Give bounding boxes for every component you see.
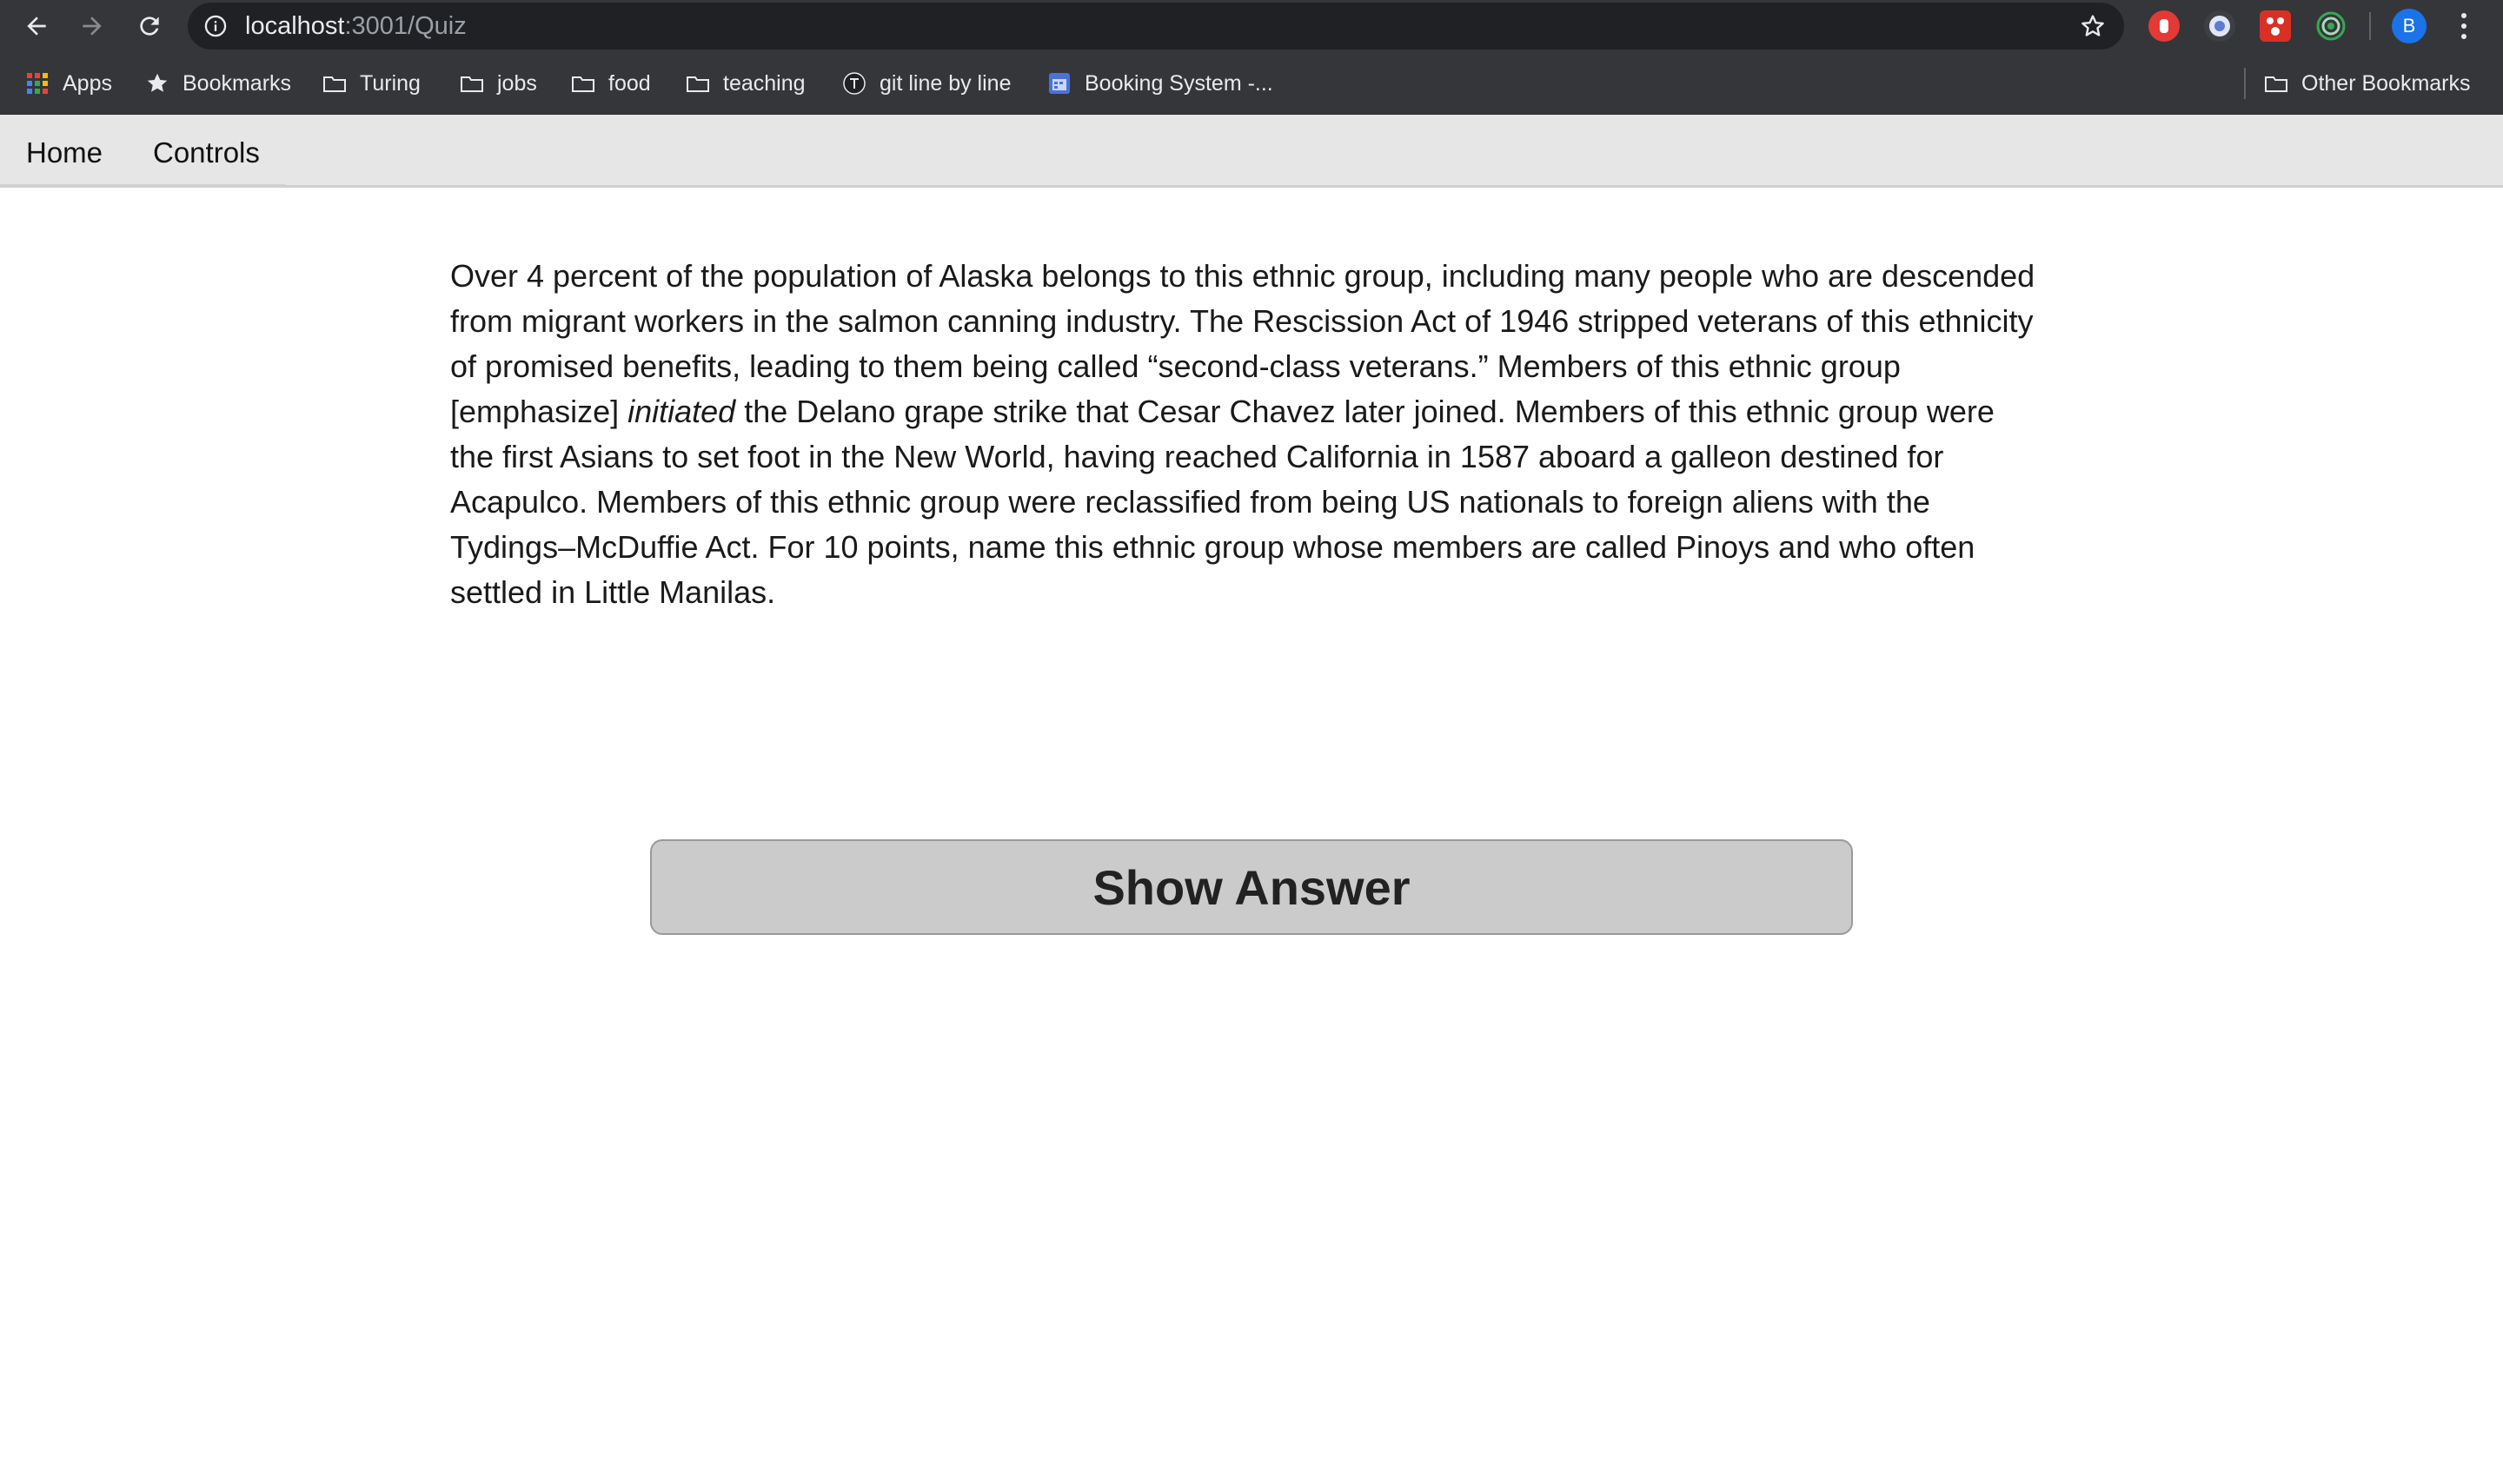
folder-icon <box>687 76 709 92</box>
address-bar[interactable]: localhost:3001/Quiz <box>188 3 2124 50</box>
bookmark-label: jobs <box>497 70 537 96</box>
forward-button[interactable] <box>73 7 111 45</box>
toolbar-separator <box>2369 12 2371 40</box>
bookmark-folder-jobs[interactable]: jobs <box>459 52 537 115</box>
ad-block-extension-icon[interactable] <box>2148 10 2180 42</box>
bookmark-other-bookmarks[interactable]: Other Bookmarks <box>2263 52 2471 115</box>
bookmark-label: Other Bookmarks <box>2301 70 2471 96</box>
bookmark-apps[interactable]: Apps <box>24 52 112 115</box>
nav-link-controls[interactable]: Controls <box>153 115 260 188</box>
back-button[interactable] <box>17 7 56 45</box>
blue-ring-extension-icon[interactable] <box>2204 10 2235 42</box>
arrow-left-icon <box>27 17 46 36</box>
nav-link-home[interactable]: Home <box>26 115 103 188</box>
folder-icon <box>323 76 346 92</box>
green-target-extension-icon[interactable] <box>2315 10 2347 42</box>
info-icon[interactable] <box>203 14 228 38</box>
folder-icon <box>572 76 594 92</box>
star-icon <box>147 73 168 92</box>
bookmark-label: Apps <box>63 70 112 96</box>
bookmark-label: Bookmarks <box>183 70 292 96</box>
folder-icon <box>2265 76 2287 92</box>
show-answer-button[interactable]: Show Answer <box>650 839 1853 935</box>
calendar-favicon-icon <box>1049 73 1070 94</box>
bookmarks-separator <box>2244 68 2246 99</box>
bookmark-label: Booking System -... <box>1085 70 1273 96</box>
bookmark-label: food <box>608 70 651 96</box>
browser-toolbar: localhost:3001/Quiz B <box>0 0 2503 52</box>
bookmark-star-icon[interactable] <box>2079 12 2107 40</box>
bookmark-git-line-by-line[interactable]: git line by line <box>841 52 1011 115</box>
url-text[interactable]: localhost:3001/Quiz <box>245 3 467 50</box>
question-text: Over 4 percent of the population of Alas… <box>450 254 2039 615</box>
nav-underline <box>0 184 285 188</box>
red-grid-extension-icon[interactable] <box>2260 10 2291 42</box>
url-host: localhost <box>245 12 345 40</box>
app-navbar: Home Controls <box>0 115 2503 188</box>
apps-grid-icon <box>27 73 48 94</box>
bookmark-folder-teaching[interactable]: teaching <box>685 52 806 115</box>
reload-button[interactable] <box>130 7 169 45</box>
reload-icon <box>140 17 159 36</box>
site-favicon-icon <box>843 72 866 95</box>
bookmark-folder-turing[interactable]: Turing <box>322 52 421 115</box>
bookmark-folder-food[interactable]: food <box>570 52 651 115</box>
bookmark-label: teaching <box>723 70 806 96</box>
url-path: :3001/Quiz <box>344 12 467 40</box>
bookmark-label: Turing <box>360 70 421 96</box>
bookmark-bookmarks[interactable]: Bookmarks <box>144 52 291 115</box>
question-emphasis: initiated <box>627 394 736 429</box>
bookmark-booking-system[interactable]: Booking System -... <box>1046 52 1273 115</box>
bookmarks-bar: Apps Bookmarks Turing jobs food teaching… <box>0 52 2503 115</box>
browser-menu-icon[interactable] <box>2451 9 2477 43</box>
bookmark-label: git line by line <box>880 70 1012 96</box>
arrow-right-icon <box>83 17 102 36</box>
profile-avatar[interactable]: B <box>2392 9 2427 43</box>
folder-icon <box>461 76 483 92</box>
